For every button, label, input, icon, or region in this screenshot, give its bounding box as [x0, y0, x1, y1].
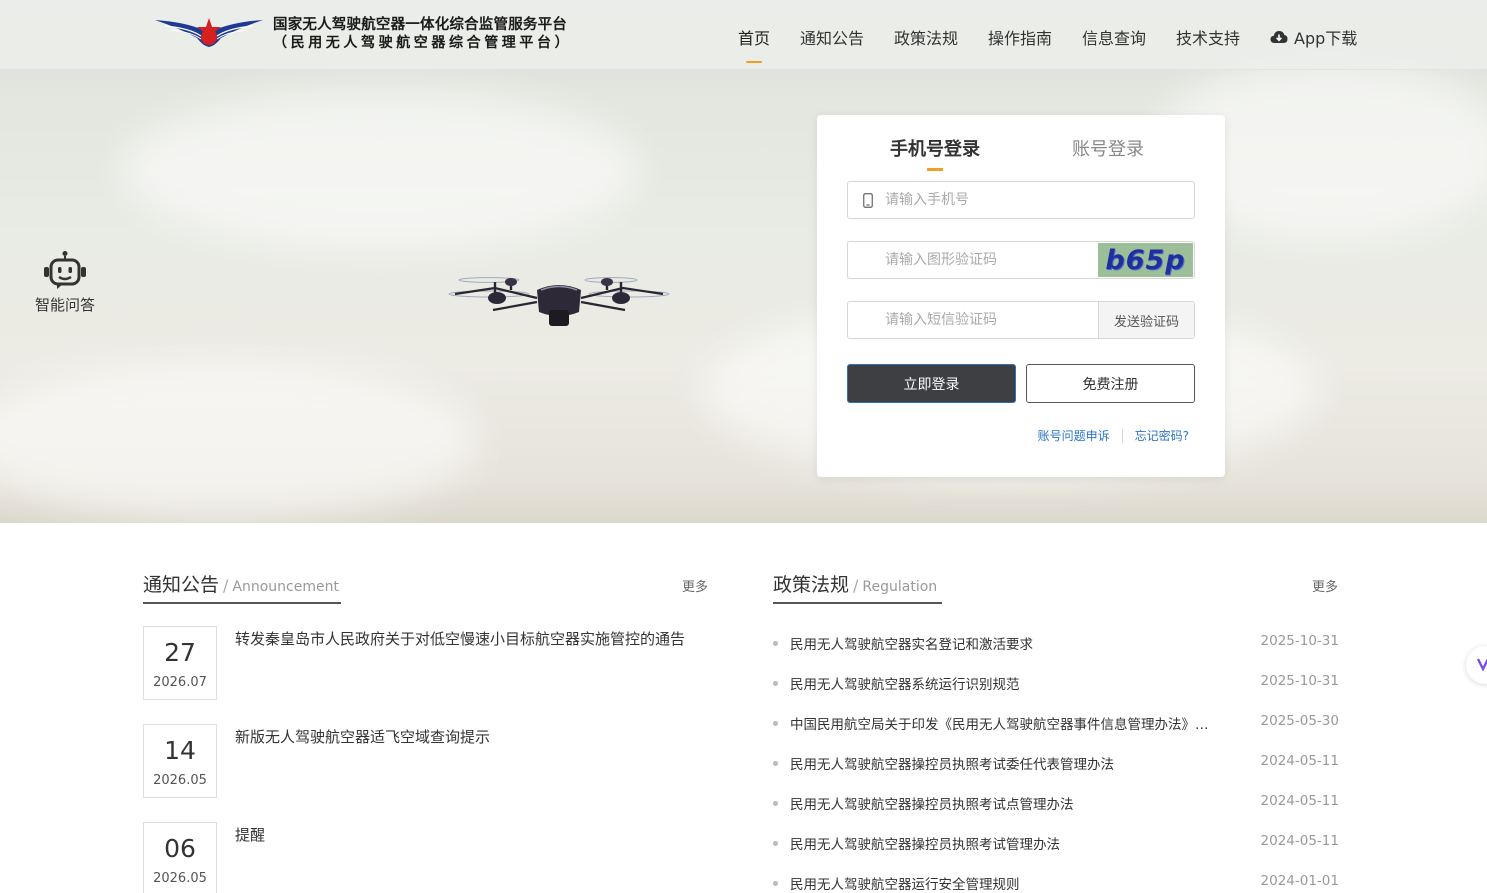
app-download-label: App下载 [1294, 29, 1358, 48]
nav-regulations[interactable]: 政策法规 [894, 25, 958, 49]
robot-icon [44, 251, 86, 289]
mobile-phone-icon [863, 193, 873, 208]
notice-title[interactable]: 提醒 [235, 824, 703, 845]
regulation-title[interactable]: 民用无人驾驶航空器系统运行识别规范 [790, 673, 1214, 693]
notice-year-month: 2026.05 [153, 773, 207, 788]
regulations-title-cn: 政策法规 [773, 574, 850, 596]
send-code-button[interactable]: 发送验证码 [1098, 302, 1194, 338]
announcements-header: 通知公告 / Announcement 更多 [143, 570, 713, 606]
regulation-date: 2024-01-01 [1260, 873, 1339, 889]
regulations-more-link[interactable]: 更多 [1312, 576, 1338, 595]
bullet-dot [773, 801, 778, 806]
nav-guide[interactable]: 操作指南 [988, 25, 1052, 49]
drone-image [448, 277, 670, 326]
nav-info-query[interactable]: 信息查询 [1082, 25, 1146, 49]
bullet-dot [773, 721, 778, 726]
notice-title[interactable]: 新版无人驾驶航空器适飞空域查询提示 [235, 726, 703, 747]
notice-date: 14 2026.05 [143, 724, 217, 798]
smart-qa-label: 智能问答 [34, 296, 95, 314]
notice-day: 06 [164, 834, 196, 863]
tab-phone-login[interactable]: 手机号登录 [890, 135, 980, 171]
notice-title[interactable]: 转发秦皇岛市人民政府关于对低空慢速小目标航空器实施管控的通告 [235, 628, 703, 649]
regulation-item[interactable]: 民用无人驾驶航空器运行安全管理规则 2024-01-01 [773, 873, 1339, 893]
regulation-item[interactable]: 民用无人驾驶航空器实名登记和激活要求 2025-10-31 [773, 633, 1339, 655]
nav-tech-support[interactable]: 技术支持 [1176, 25, 1240, 49]
bullet-dot [773, 681, 778, 686]
hero-banner [0, 0, 1487, 523]
notice-date: 27 2026.07 [143, 626, 217, 700]
login-card: 手机号登录 账号登录 b65p 发送验证码 立即登录 免费注册 账号问题申诉 忘… [817, 115, 1225, 477]
smart-qa-button[interactable]: 智能问答 [30, 250, 100, 315]
notice-day: 14 [164, 736, 196, 765]
notice-day: 27 [164, 638, 196, 667]
notice-item[interactable]: 27 2026.07 转发秦皇岛市人民政府关于对低空慢速小目标航空器实施管控的通… [143, 626, 713, 700]
platform-name: 国家无人驾驶航空器一体化综合监管服务平台 （民用无人驾驶航空器综合管理平台） [273, 16, 572, 52]
bullet-dot [773, 881, 778, 886]
announcements-title: 通知公告 / Announcement [143, 574, 339, 596]
notice-date: 06 2026.05 [143, 822, 217, 893]
regulation-item[interactable]: 民用无人驾驶航空器操控员执照考试委任代表管理办法 2024-05-11 [773, 753, 1339, 775]
regulation-title[interactable]: 民用无人驾驶航空器操控员执照考试点管理办法 [790, 793, 1214, 813]
regulation-item[interactable]: 中国民用航空局关于印发《民用无人驾驶航空器事件信息管理办法》的通知 2025-0… [773, 713, 1339, 735]
caac-logo-icon[interactable] [155, 16, 263, 50]
bullet-dot [773, 761, 778, 766]
regulation-item[interactable]: 民用无人驾驶航空器操控员执照考试点管理办法 2024-05-11 [773, 793, 1339, 815]
forgot-password-link[interactable]: 忘记密码? [1135, 427, 1189, 444]
regulations-title: 政策法规 / Regulation [773, 574, 938, 596]
regulation-title[interactable]: 民用无人驾驶航空器操控员执照考试委任代表管理办法 [790, 753, 1214, 773]
platform-subtitle: （民用无人驾驶航空器综合管理平台） [273, 35, 573, 51]
captcha-field: b65p [847, 241, 1195, 279]
regulation-title[interactable]: 民用无人驾驶航空器操控员执照考试管理办法 [790, 833, 1214, 853]
regulations-underline [773, 602, 942, 604]
captcha-image[interactable]: b65p [1098, 243, 1193, 277]
nav-announcements[interactable]: 通知公告 [800, 25, 864, 49]
regulation-date: 2024-05-11 [1260, 833, 1339, 849]
announcements-underline [143, 602, 341, 604]
announcements-title-en: Announcement [232, 579, 339, 595]
login-links: 账号问题申诉 忘记密码? [1038, 427, 1189, 444]
nav-app-download[interactable]: App下载 [1270, 25, 1357, 49]
regulation-date: 2024-05-11 [1260, 753, 1339, 769]
bullet-dot [773, 641, 778, 646]
notice-item[interactable]: 14 2026.05 新版无人驾驶航空器适飞空域查询提示 [143, 724, 713, 798]
regulations-header: 政策法规 / Regulation 更多 [773, 570, 1339, 606]
regulation-date: 2024-05-11 [1260, 793, 1339, 809]
floating-assistant-button[interactable] [1466, 646, 1487, 684]
regulation-date: 2025-10-31 [1260, 633, 1339, 649]
notice-item[interactable]: 06 2026.05 提醒 [143, 822, 713, 893]
link-divider [1121, 428, 1123, 443]
nav-home[interactable]: 首页 [738, 25, 770, 63]
cloud-download-icon [1270, 31, 1288, 43]
sms-code-field: 发送验证码 [847, 301, 1195, 339]
phone-field [847, 181, 1195, 219]
platform-title: 国家无人驾驶航空器一体化综合监管服务平台 [273, 17, 567, 33]
regulation-date: 2025-05-30 [1260, 713, 1339, 729]
regulation-item[interactable]: 民用无人驾驶航空器操控员执照考试管理办法 2024-05-11 [773, 833, 1339, 855]
regulation-title[interactable]: 民用无人驾驶航空器运行安全管理规则 [790, 873, 1214, 893]
regulation-title[interactable]: 中国民用航空局关于印发《民用无人驾驶航空器事件信息管理办法》的通知 [790, 713, 1214, 733]
sms-code-input[interactable] [885, 302, 1085, 338]
login-button[interactable]: 立即登录 [847, 364, 1016, 403]
regulation-date: 2025-10-31 [1260, 673, 1339, 689]
phone-input[interactable] [885, 182, 1085, 218]
bullet-dot [773, 841, 778, 846]
account-appeal-link[interactable]: 账号问题申诉 [1038, 427, 1110, 444]
captcha-input[interactable] [885, 242, 1085, 278]
announcements-more-link[interactable]: 更多 [682, 576, 708, 595]
regulation-title[interactable]: 民用无人驾驶航空器实名登记和激活要求 [790, 633, 1214, 653]
regulation-item[interactable]: 民用无人驾驶航空器系统运行识别规范 2025-10-31 [773, 673, 1339, 695]
top-header: 国家无人驾驶航空器一体化综合监管服务平台 （民用无人驾驶航空器综合管理平台） 首… [0, 0, 1487, 70]
notice-year-month: 2026.05 [153, 871, 207, 886]
notice-year-month: 2026.07 [153, 675, 207, 690]
login-tabs: 手机号登录 账号登录 [817, 135, 1225, 175]
tab-account-login[interactable]: 账号登录 [1072, 135, 1144, 161]
regulations-title-en: Regulation [862, 579, 938, 595]
register-button[interactable]: 免费注册 [1026, 364, 1195, 403]
sparkle-icon [1476, 658, 1487, 671]
announcements-title-cn: 通知公告 [143, 574, 220, 596]
